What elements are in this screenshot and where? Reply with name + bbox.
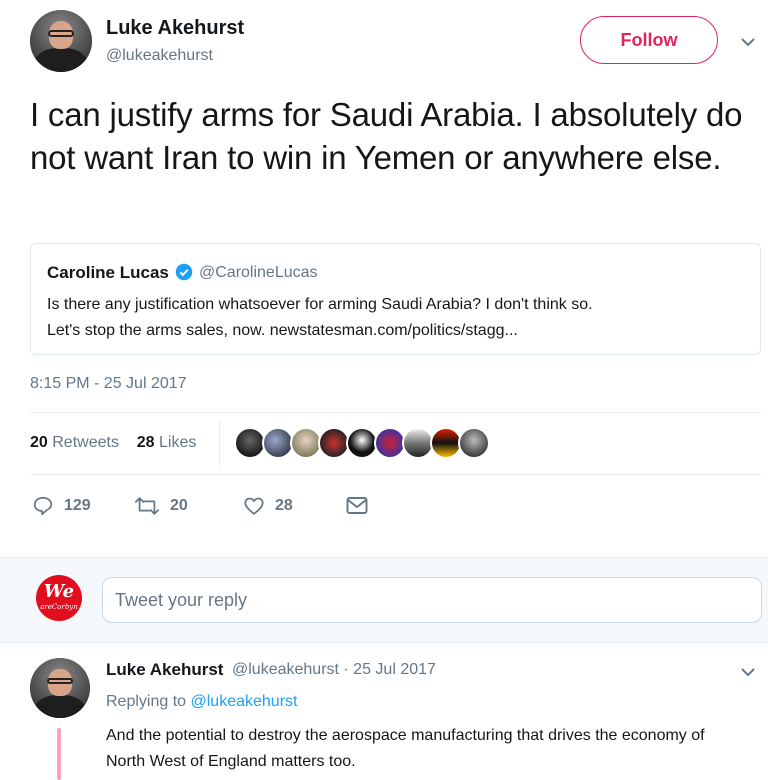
- current-user-avatar[interactable]: We areCorbyn: [36, 575, 82, 621]
- reply-text: And the potential to destroy the aerospa…: [106, 727, 705, 770]
- avatar-logo-subtext: areCorbyn: [40, 603, 78, 611]
- reply-icon: [33, 496, 53, 516]
- divider: [30, 412, 761, 413]
- chevron-down-icon[interactable]: [740, 36, 756, 48]
- retweet-action[interactable]: 20: [134, 493, 188, 519]
- reply-input-placeholder: Tweet your reply: [115, 589, 248, 610]
- liker-avatar[interactable]: [458, 427, 490, 459]
- engagement-stats: 20 Retweets 28 Likes: [30, 434, 196, 452]
- author-handle[interactable]: @lukeakehurst: [106, 47, 213, 65]
- like-action[interactable]: 28: [243, 493, 293, 519]
- tweet-text: I can justify arms for Saudi Arabia. I a…: [30, 96, 743, 176]
- reply-author-name[interactable]: Luke Akehurst: [106, 660, 223, 680]
- quote-author-handle: @CarolineLucas: [199, 264, 318, 281]
- verified-icon: [175, 263, 193, 281]
- reply-count: 129: [64, 497, 91, 514]
- reply-input[interactable]: Tweet your reply: [102, 577, 762, 623]
- stats-separator: [219, 420, 220, 466]
- replying-to-link[interactable]: @lukeakehurst: [191, 693, 298, 710]
- follow-button[interactable]: Follow: [580, 16, 718, 64]
- heart-icon: [244, 497, 264, 515]
- direct-message-action[interactable]: [345, 493, 379, 519]
- reply-author-avatar[interactable]: [30, 658, 90, 718]
- reply-action[interactable]: 129: [32, 493, 91, 519]
- divider: [30, 474, 761, 475]
- author-name[interactable]: Luke Akehurst: [106, 17, 244, 40]
- retweet-count: 20: [170, 497, 188, 514]
- quoted-tweet[interactable]: Caroline Lucas @CarolineLucas Is there a…: [30, 243, 761, 355]
- quote-author-name: Caroline Lucas: [47, 263, 169, 282]
- liker-avatars: [234, 427, 490, 461]
- quote-text: Is there any justification whatsoever fo…: [47, 292, 747, 344]
- retweets-stat[interactable]: 20 Retweets: [30, 434, 119, 451]
- thread-line: [57, 728, 61, 780]
- likes-stat[interactable]: 28 Likes: [137, 434, 197, 451]
- author-avatar[interactable]: [30, 10, 92, 72]
- quote-text-line1: Is there any justification whatsoever fo…: [47, 296, 593, 313]
- replying-to: Replying to @lukeakehurst: [106, 693, 297, 711]
- like-count: 28: [275, 497, 293, 514]
- retweet-icon: [134, 497, 160, 515]
- chevron-down-icon[interactable]: [740, 666, 756, 678]
- direct-message-icon: [346, 497, 368, 514]
- quote-text-line2: Let's stop the arms sales, now. newstate…: [47, 322, 518, 339]
- avatar-logo-text: We: [43, 581, 75, 602]
- reply-author-handle[interactable]: @lukeakehurst · 25 Jul 2017: [232, 661, 436, 679]
- replying-to-label: Replying to: [106, 693, 187, 710]
- tweet-timestamp[interactable]: 8:15 PM - 25 Jul 2017: [30, 375, 187, 393]
